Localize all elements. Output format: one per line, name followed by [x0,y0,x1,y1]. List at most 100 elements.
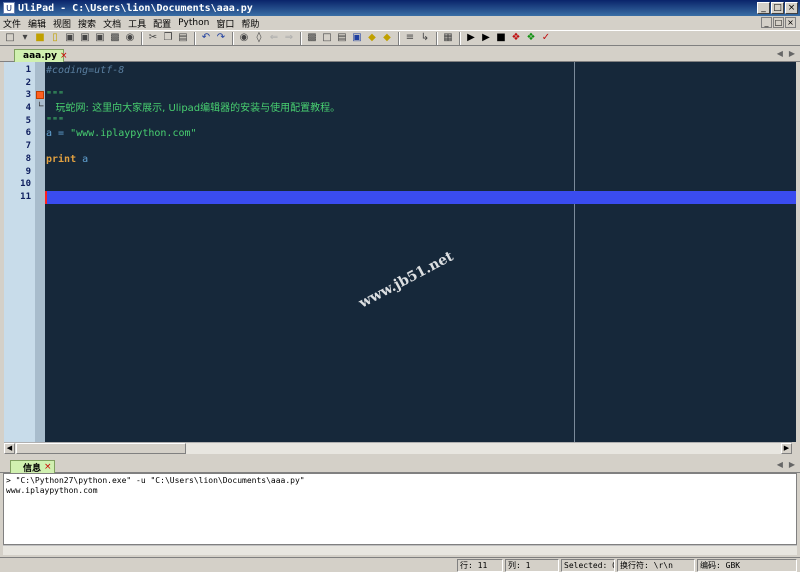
cut-icon[interactable]: ✂ [147,32,159,44]
close-button[interactable]: × [785,2,798,14]
line-number: 8 [25,153,31,164]
tab-messages[interactable]: 信息 × [10,460,55,474]
dropdown-arrow-icon[interactable]: ▾ [19,32,31,44]
toolbar-separator [436,31,438,45]
status-encoding: 编码: GBK [697,559,797,572]
window-icon[interactable]: □ [321,32,333,44]
toolbar: □ ▾ ■ ▯ ▣ ▣ ▣ ▩ ◉ ✂ ❐ ▤ ↶ ↷ ◉ ◊ ⇐ ⇒ ▩ □ … [0,30,800,46]
string-token: "www.iplaypython.com" [70,128,197,140]
new-file-icon[interactable]: □ [4,32,16,44]
menu-bar: 文件 编辑 视图 搜索 文档 工具 配置 Python 窗口 帮助 _ □ × [0,16,800,30]
scroll-left-icon[interactable]: ◀ [4,443,15,454]
doc-restore-button[interactable]: □ [773,17,784,28]
menu-config[interactable]: 配置 [153,17,171,30]
menu-window[interactable]: 窗口 [216,17,234,30]
scrollbar-thumb[interactable] [16,443,186,454]
menu-document[interactable]: 文档 [103,17,121,30]
menu-python[interactable]: Python [178,18,209,28]
tab-scroll-right-icon[interactable]: ▶ [789,460,795,469]
code-line-3: """ [46,89,794,102]
snippet-icon[interactable]: ◆ [366,32,378,44]
menu-help[interactable]: 帮助 [241,17,259,30]
tab-close-icon[interactable]: × [44,462,52,472]
forward-icon[interactable]: ⇒ [283,32,295,44]
open-icon[interactable]: ▯ [49,32,61,44]
undo-icon[interactable]: ↶ [200,32,212,44]
print-preview-icon[interactable]: ◉ [124,32,136,44]
maximize-button[interactable]: □ [771,2,784,14]
menu-tools[interactable]: 工具 [128,17,146,30]
tab-scroll-left-icon[interactable]: ◀ [777,49,783,58]
format-icon[interactable]: ≡ [404,32,416,44]
close-file-icon[interactable]: ▣ [94,32,106,44]
toolbar-separator [459,31,461,45]
editor-horizontal-scrollbar[interactable]: ◀ ▶ [4,442,792,454]
tab-scroll-right-icon[interactable]: ▶ [789,49,795,58]
goto-icon[interactable]: ↳ [419,32,431,44]
code-line-6: a = "www.iplaypython.com" [46,127,794,140]
scroll-right-icon[interactable]: ▶ [781,443,792,454]
save-all-icon[interactable]: ▣ [79,32,91,44]
line-number-gutter: 1 2 3 4 5 6 7 8 9 10 11 [4,62,35,442]
script-icon[interactable]: ◆ [381,32,393,44]
status-line: 行: 11 [457,559,503,572]
line-number: 6 [25,128,31,139]
replace-icon[interactable]: ◊ [253,32,265,44]
output-horizontal-scrollbar[interactable] [3,545,797,555]
menu-view[interactable]: 视图 [53,17,71,30]
code-line-4: 玩蛇网: 这里向大家展示, Ulipad编辑器的安装与使用配置教程。 [46,102,794,115]
debug-icon[interactable]: ❖ [510,32,522,44]
copy-icon[interactable]: ❐ [162,32,174,44]
identifier-token: a = [46,128,71,140]
preferences-icon[interactable]: ▩ [306,32,318,44]
toolbar-separator [398,31,400,45]
redo-icon[interactable]: ↷ [215,32,227,44]
docstring-text: 玩蛇网: 这里向大家展示, Ulipad编辑器的安装与使用配置教程。 [46,103,341,115]
find-icon[interactable]: ◉ [238,32,250,44]
ulipad-app-icon: U [3,2,15,14]
code-editor[interactable]: 1 2 3 4 5 6 7 8 9 10 11 ∟ #coding=utf-8 … [4,62,796,442]
run-icon[interactable]: ▶ [465,32,477,44]
stop-icon[interactable]: ■ [495,32,507,44]
toolbar-separator [300,31,302,45]
panel-icon[interactable]: ▤ [336,32,348,44]
debug-step-icon[interactable]: ❖ [525,32,537,44]
fold-toggle-icon[interactable] [36,91,44,99]
window-title: UliPad - C:\Users\lion\Documents\aaa.py [18,2,253,14]
menu-search[interactable]: 搜索 [78,17,96,30]
back-icon[interactable]: ⇐ [268,32,280,44]
run-with-args-icon[interactable]: ▶ [480,32,492,44]
line-number: 11 [20,191,31,202]
terminal-icon[interactable]: ▦ [442,32,454,44]
fold-end-icon: ∟ [38,100,45,109]
tab-scroll-left-icon[interactable]: ◀ [777,460,783,469]
doc-close-button[interactable]: × [785,17,796,28]
tab-aaa-py[interactable]: aaa.py × [14,49,68,62]
print-icon[interactable]: ▩ [109,32,121,44]
fold-margin [35,62,45,442]
save-icon[interactable]: ▣ [64,32,76,44]
open-folder-icon[interactable]: ■ [34,32,46,44]
tab-close-icon[interactable]: × [60,51,68,61]
code-text: #coding=utf-8 """ 玩蛇网: 这里向大家展示, Ulipad编辑… [46,64,794,204]
tab-label: aaa.py [23,51,57,61]
paste-icon[interactable]: ▤ [177,32,189,44]
ulipad-window: U UliPad - C:\Users\lion\Documents\aaa.p… [0,0,800,572]
editor-tab-strip: aaa.py × ◀ ▶ [0,47,800,62]
status-selected: Selected: 0 [561,559,615,572]
minimize-button[interactable]: _ [757,2,770,14]
code-line-5: """ [46,115,794,128]
menu-edit[interactable]: 编辑 [28,17,46,30]
python-shell-icon[interactable]: ▣ [351,32,363,44]
line-number: 3 [25,90,31,101]
output-console[interactable]: > "C:\Python27\python.exe" -u "C:\Users\… [3,473,797,545]
message-tab-strip: 信息 × ◀ ▶ [0,458,800,474]
doc-minimize-button[interactable]: _ [761,17,772,28]
check-syntax-icon[interactable]: ✓ [540,32,552,44]
line-number: 9 [25,166,31,177]
output-result-line: www.iplaypython.com [6,486,98,495]
toolbar-separator [232,31,234,45]
menu-file[interactable]: 文件 [3,17,21,30]
line-number: 4 [25,103,31,114]
